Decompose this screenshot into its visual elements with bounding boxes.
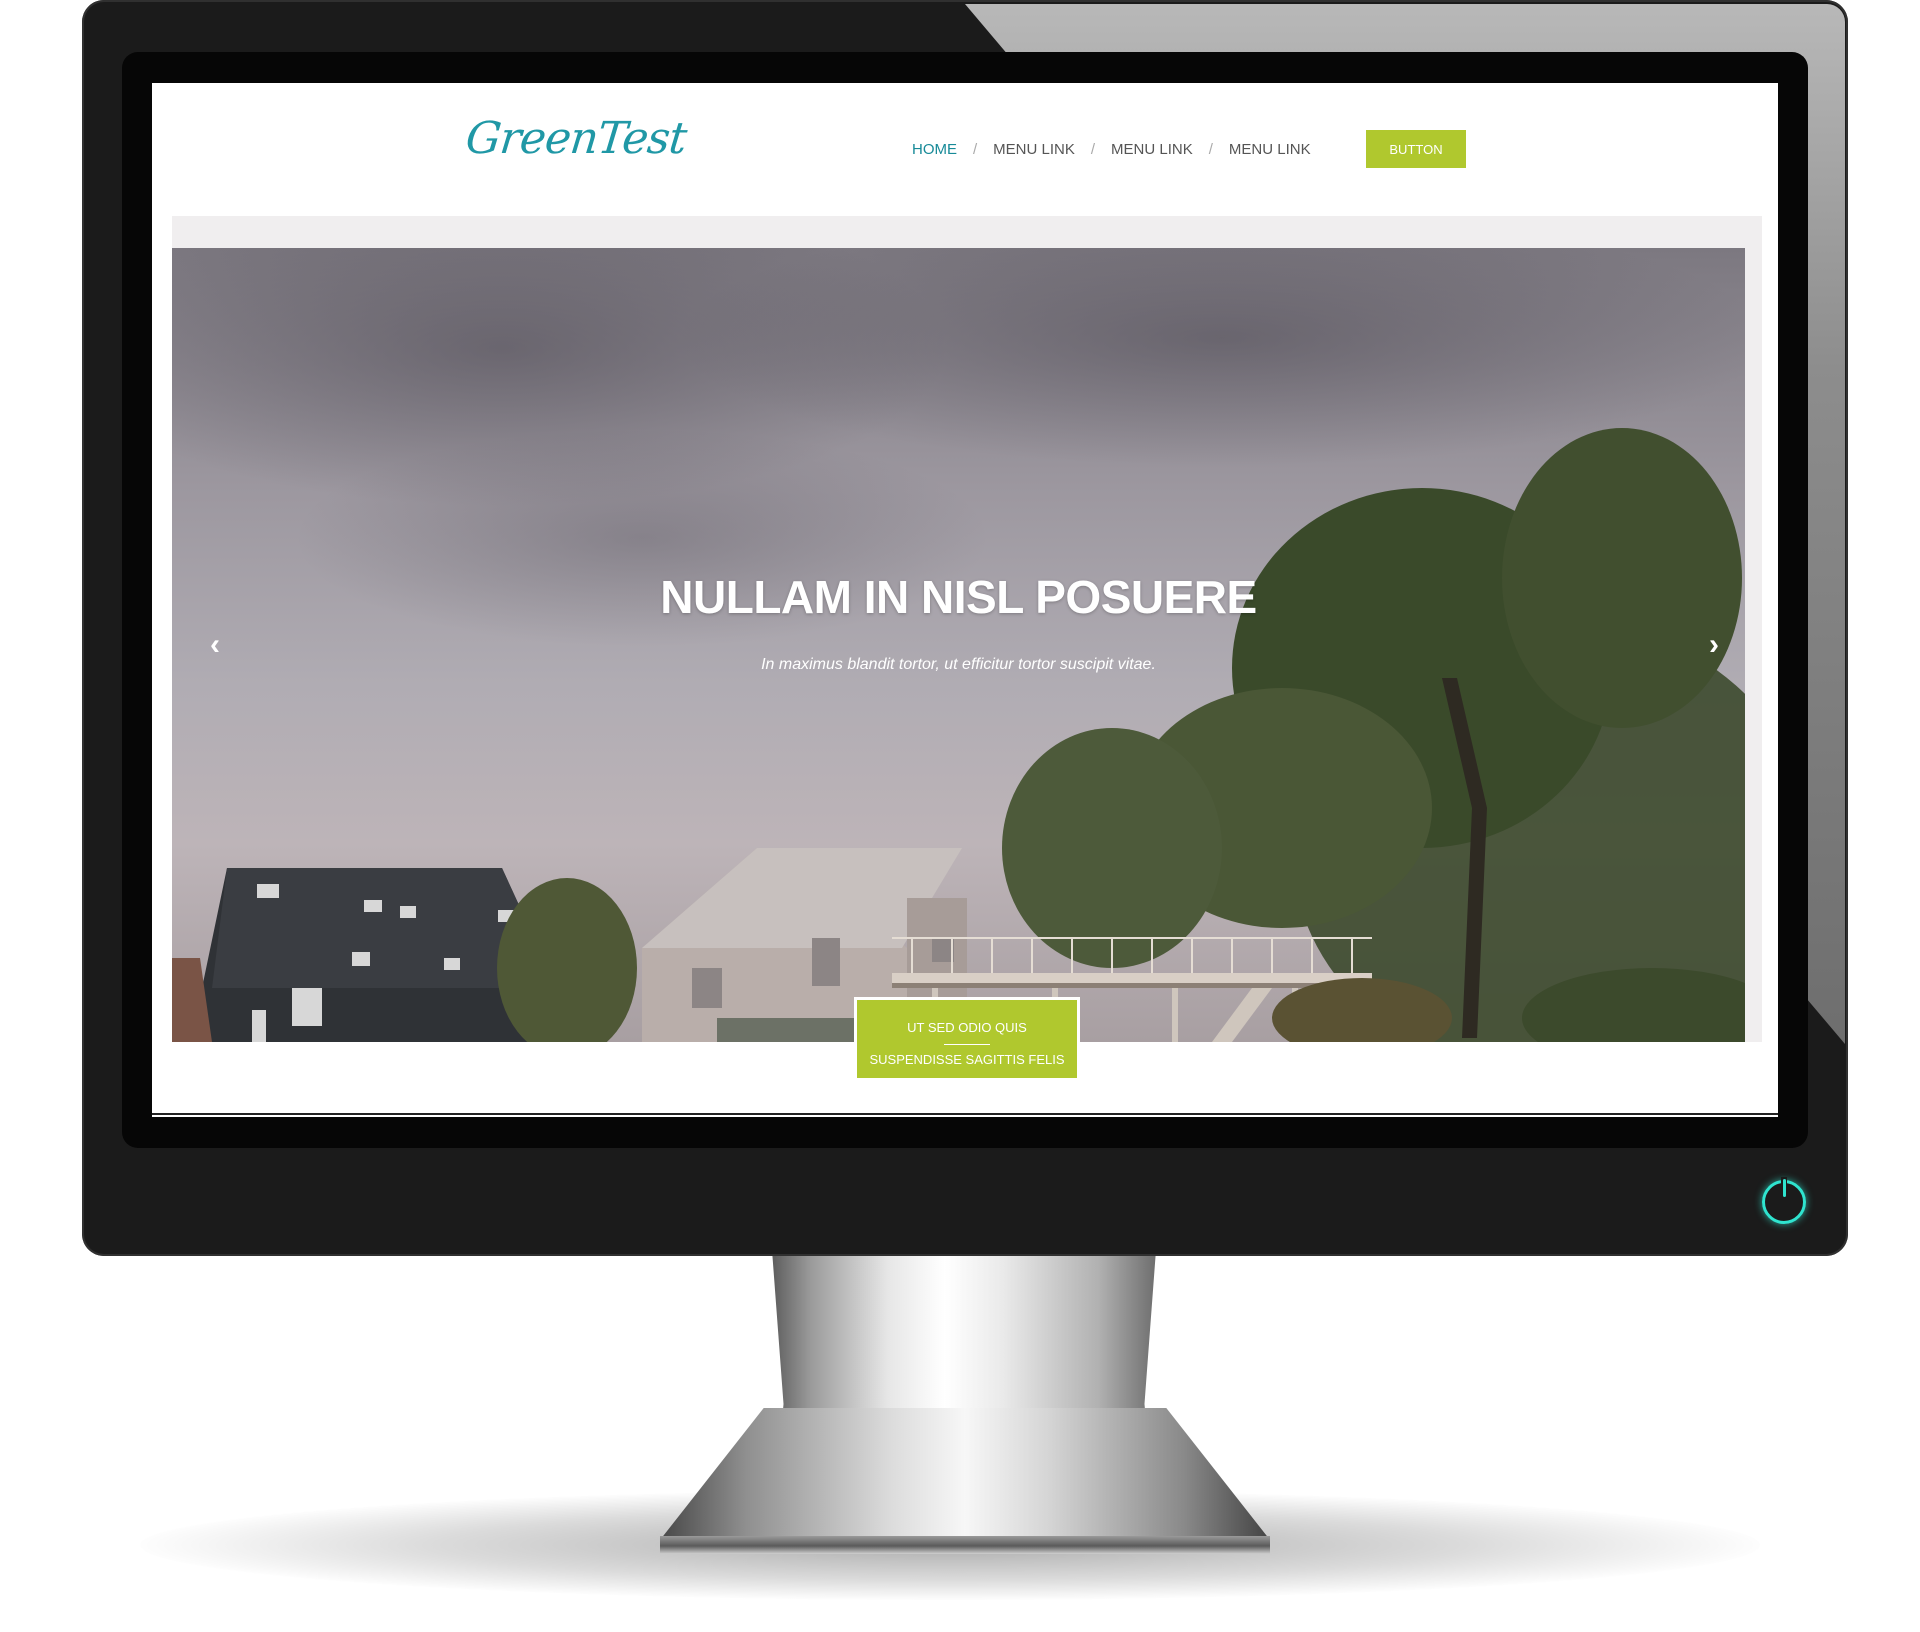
roof-window [364, 900, 382, 912]
roof-window [400, 906, 416, 918]
monitor-stand-edge [660, 1536, 1270, 1554]
cta-divider [944, 1044, 990, 1045]
deck-platform [892, 973, 1372, 983]
website-screen: GreenTest HOME / MENU LINK / MENU LINK /… [152, 83, 1778, 1117]
roof-window [444, 958, 460, 970]
site-logo[interactable]: GreenTest [463, 113, 688, 164]
wall-window [812, 938, 840, 986]
chevron-right-icon[interactable]: › [1709, 630, 1719, 660]
nav-link-menu-1[interactable]: MENU LINK [993, 141, 1075, 158]
roof-window [352, 952, 370, 966]
header-button[interactable]: BUTTON [1366, 130, 1466, 168]
hero-scenery [172, 428, 1745, 1042]
cta-line-1: UT SED ODIO QUIS [907, 1020, 1027, 1035]
nav-separator: / [1090, 141, 1096, 158]
monitor-stand-base [660, 1408, 1270, 1540]
hero-slider-container: NULLAM IN NISL POSUERE In maximus blandi… [172, 216, 1762, 1042]
tree-canopy [1002, 728, 1222, 968]
monitor-mockup: GreenTest HOME / MENU LINK / MENU LINK /… [0, 0, 1920, 1632]
power-icon[interactable] [1762, 1177, 1806, 1224]
roof-window [257, 884, 279, 898]
nav-link-home[interactable]: HOME [912, 141, 957, 158]
cta-button[interactable]: UT SED ODIO QUIS SUSPENDISSE SAGITTIS FE… [854, 997, 1080, 1081]
deck-stairs [1212, 988, 1272, 1042]
cta-line-2: SUSPENDISSE SAGITTIS FELIS [869, 1052, 1065, 1067]
screen-bottom-edge [152, 1113, 1778, 1115]
tree-canopy [497, 878, 637, 1042]
deck-platform [892, 983, 1372, 988]
wall-window [932, 938, 954, 962]
nav-separator: / [973, 141, 978, 158]
main-nav: HOME / MENU LINK / MENU LINK / MENU LINK [912, 141, 1311, 158]
wall-window [692, 968, 722, 1008]
nav-separator: / [1208, 141, 1213, 158]
site-header: GreenTest HOME / MENU LINK / MENU LINK /… [152, 83, 1778, 213]
nav-link-menu-3[interactable]: MENU LINK [1229, 141, 1311, 158]
nav-link-menu-2[interactable]: MENU LINK [1111, 141, 1193, 158]
chevron-left-icon[interactable]: ‹ [210, 630, 220, 660]
hero-subtitle: In maximus blandit tortor, ut efficitur … [761, 656, 1156, 673]
hero-title: NULLAM IN NISL POSUERE [660, 571, 1257, 623]
wall-window [292, 988, 322, 1026]
hero-slide: NULLAM IN NISL POSUERE In maximus blandi… [172, 248, 1745, 1042]
wall-window [252, 1010, 266, 1042]
